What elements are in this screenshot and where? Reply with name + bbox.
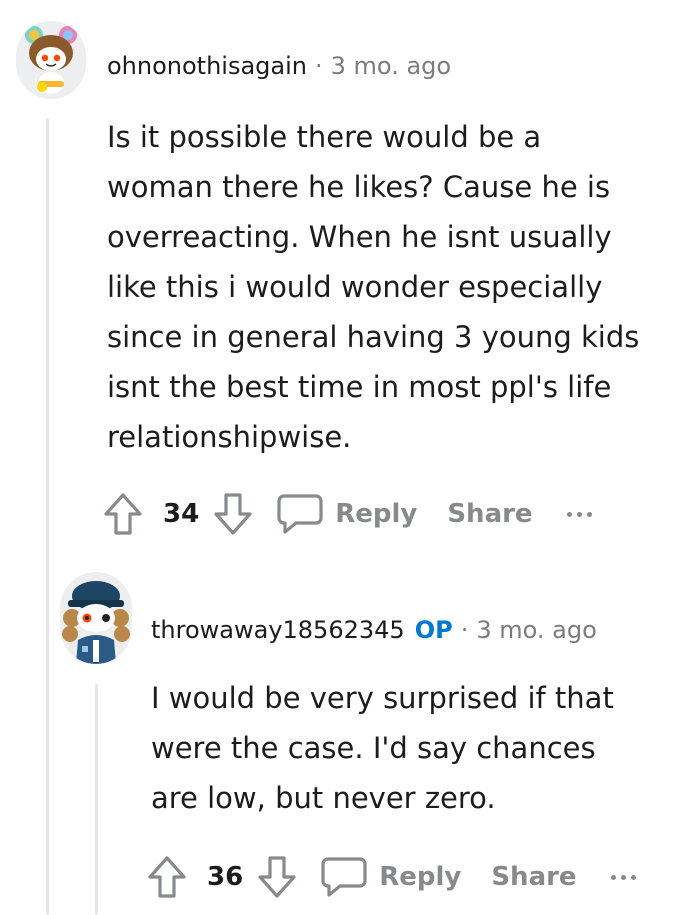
author-name[interactable]: ohnonothisagain	[107, 52, 307, 80]
downvote-button[interactable]	[257, 855, 297, 899]
avatar[interactable]	[60, 572, 132, 664]
reply-label: Reply	[379, 862, 462, 892]
share-button[interactable]: Share	[491, 862, 576, 892]
comment-line: Is it possible there would be a	[107, 120, 542, 154]
timestamp[interactable]: 3 mo. ago	[331, 52, 451, 80]
reply-button[interactable]: Reply	[277, 493, 417, 535]
vote-count: 36	[207, 862, 244, 892]
more-options-icon[interactable]	[566, 511, 592, 517]
timestamp[interactable]: 3 mo. ago	[476, 616, 596, 644]
comment-body: Is it possible there would be a woman th…	[107, 112, 639, 462]
comment-line: relationshipwise.	[107, 420, 352, 454]
comment-line: woman there he likes? Cause he is	[107, 170, 611, 204]
comment-line: I would be very surprised if that	[151, 681, 614, 715]
upvote-arrow-icon	[148, 856, 186, 898]
comment-body: I would be very surprised if that were t…	[151, 673, 614, 823]
separator-dot: ·	[315, 52, 323, 80]
reply-label: Reply	[335, 499, 418, 529]
thread-line[interactable]	[46, 118, 49, 915]
comment-meta: throwaway18562345 OP · 3 mo. ago	[151, 616, 597, 644]
comment-actions: 34 Reply Share	[103, 490, 592, 538]
upvote-button[interactable]	[147, 855, 187, 899]
upvote-arrow-icon	[104, 493, 142, 535]
separator-dot: ·	[460, 616, 469, 644]
avatar[interactable]	[16, 21, 86, 99]
more-options-icon[interactable]	[610, 874, 636, 880]
downvote-arrow-icon	[258, 856, 296, 898]
comment-bubble-icon	[277, 494, 323, 534]
comment-actions: 36 Reply Share	[147, 853, 636, 901]
comment-line: isnt the best time in most ppl's life	[107, 370, 612, 404]
upvote-button[interactable]	[103, 492, 143, 536]
share-button[interactable]: Share	[447, 499, 532, 529]
comment-line: since in general having 3 young kids	[107, 320, 640, 354]
comment-meta: ohnonothisagain · 3 mo. ago	[107, 52, 451, 80]
snoo-avatar-icon	[16, 24, 86, 94]
comment-line: were the case. I'd say chances	[151, 731, 596, 765]
comment-bubble-icon	[321, 857, 367, 897]
op-badge: OP	[414, 616, 453, 644]
comment-line: are low, but never zero.	[151, 781, 496, 815]
downvote-button[interactable]	[213, 492, 253, 536]
author-name[interactable]: throwaway18562345	[151, 616, 405, 644]
downvote-arrow-icon	[214, 493, 252, 535]
snoo-avatar-icon	[60, 581, 132, 664]
reply-button[interactable]: Reply	[321, 856, 461, 898]
vote-count: 34	[163, 499, 200, 529]
comment-line: like this i would wonder especially	[107, 270, 603, 304]
thread-line[interactable]	[95, 684, 98, 915]
comment-line: overreacting. When he isnt usually	[107, 220, 612, 254]
